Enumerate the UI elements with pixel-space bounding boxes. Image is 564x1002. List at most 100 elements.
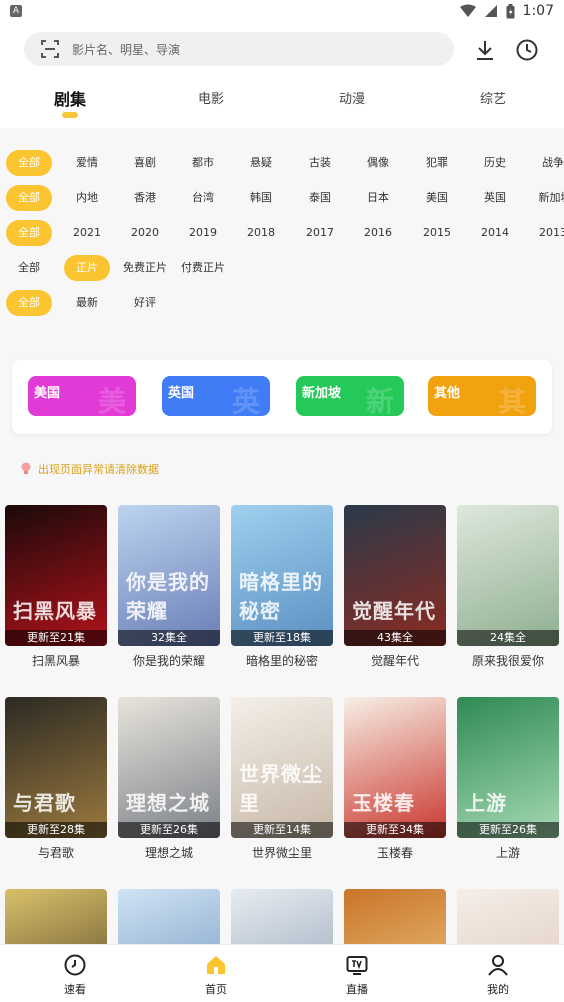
show-poster[interactable]: 世界微尘里 更新至14集 (231, 697, 333, 838)
show-card[interactable]: 扫黑风暴 更新至21集 扫黑风暴 (5, 505, 107, 669)
filter-chip[interactable]: 2015 (423, 220, 451, 246)
poster-title-art: 你是我的荣耀 (126, 570, 210, 623)
clock-circle-icon (64, 954, 86, 976)
filter-row-area: 全部 内地 香港 台湾 韩国 泰国 日本 美国 英国 新加坡 (0, 185, 564, 215)
filter-chip[interactable]: 美国 (426, 185, 448, 211)
filter-chip[interactable]: 古装 (309, 150, 331, 176)
filter-chip[interactable]: 免费正片 (123, 255, 167, 281)
show-card[interactable]: 你是我的荣耀 32集全 你是我的荣耀 (118, 505, 220, 669)
show-title[interactable]: 暗格里的秘密 (231, 652, 333, 669)
show-title[interactable]: 世界微尘里 (231, 844, 333, 861)
show-title[interactable]: 玉楼春 (344, 844, 446, 861)
show-poster[interactable]: 上游 更新至26集 (457, 697, 559, 838)
bottom-navigation: 速看 首页 直播 我的 (0, 944, 564, 1002)
tab-anime[interactable]: 动漫 (339, 88, 365, 107)
search-bar[interactable]: 影片名、明星、导演 (24, 32, 454, 66)
show-title[interactable]: 与君歌 (5, 844, 107, 861)
filter-chip[interactable]: 全部 (18, 255, 40, 281)
clear-data-notice[interactable]: 出现页面异常请清除数据 (20, 461, 159, 477)
filter-chip[interactable]: 全部 (6, 185, 52, 211)
show-poster[interactable]: 与君歌 更新至28集 (5, 697, 107, 838)
filter-chip[interactable]: 爱情 (76, 150, 98, 176)
show-card[interactable]: 觉醒年代 43集全觉醒年代 (344, 505, 446, 669)
episode-status: 更新至26集 (118, 822, 220, 838)
show-card[interactable]: 与君歌 更新至28集与君歌 (5, 697, 107, 861)
filter-chip[interactable]: 全部 (6, 220, 52, 246)
status-time: 1:07 (522, 3, 554, 19)
show-poster[interactable]: 24集全 (457, 505, 559, 646)
filter-chip[interactable]: 英国 (484, 185, 506, 211)
filter-chip[interactable]: 历史 (484, 150, 506, 176)
show-card[interactable]: 24集全原来我很爱你 (457, 505, 559, 669)
filter-chip[interactable]: 2018 (247, 220, 275, 246)
tab-movies[interactable]: 电影 (198, 88, 224, 107)
poster-title-art: 扫黑风暴 (13, 599, 97, 623)
filter-chip[interactable]: 悬疑 (250, 150, 272, 176)
filter-chip[interactable]: 最新 (76, 290, 98, 316)
tab-variety[interactable]: 综艺 (480, 88, 506, 107)
status-bar: A 1:07 (0, 0, 564, 24)
filter-chip[interactable]: 2019 (189, 220, 217, 246)
nav-label: 直播 (346, 983, 368, 996)
region-button-singapore[interactable]: 新加坡 新 (296, 376, 404, 416)
scan-icon[interactable] (40, 39, 60, 59)
filter-chip[interactable]: 都市 (192, 150, 214, 176)
filter-chip[interactable]: 犯罪 (426, 150, 448, 176)
poster-title-art: 暗格里的秘密 (239, 570, 323, 623)
nav-profile[interactable]: 我的 (458, 953, 538, 997)
show-card[interactable]: 理想之城 更新至26集理想之城 (118, 697, 220, 861)
episode-status: 更新至18集 (231, 630, 333, 646)
history-icon[interactable] (515, 38, 539, 62)
search-input[interactable]: 影片名、明星、导演 (72, 41, 180, 58)
filter-chip[interactable]: 全部 (6, 150, 52, 176)
filter-chip[interactable]: 偶像 (367, 150, 389, 176)
show-title[interactable]: 扫黑风暴 (5, 652, 107, 669)
show-poster[interactable]: 暗格里的秘密更新至18集 (231, 505, 333, 646)
show-poster[interactable]: 觉醒年代 43集全 (344, 505, 446, 646)
filter-chip[interactable]: 2016 (364, 220, 392, 246)
show-poster[interactable]: 玉楼春 更新至34集 (344, 697, 446, 838)
nav-live[interactable]: 直播 (317, 953, 397, 997)
show-card[interactable]: 玉楼春 更新至34集玉楼春 (344, 697, 446, 861)
tab-series[interactable]: 剧集 (54, 86, 86, 110)
show-poster[interactable]: 你是我的荣耀 32集全 (118, 505, 220, 646)
filter-chip[interactable]: 2021 (73, 220, 101, 246)
show-title[interactable]: 觉醒年代 (344, 652, 446, 669)
home-icon (207, 956, 225, 974)
show-card[interactable]: 暗格里的秘密 更新至18集 暗格里的秘密 (231, 505, 333, 669)
filter-chip[interactable]: 2014 (481, 220, 509, 246)
filter-chip[interactable]: 全部 (6, 290, 52, 316)
filter-chip[interactable]: 喜剧 (134, 150, 156, 176)
show-title[interactable]: 原来我很爱你 (457, 652, 559, 669)
filter-chip[interactable]: 正片 (64, 255, 110, 281)
filter-chip[interactable]: 泰国 (309, 185, 331, 211)
episode-status: 更新至14集 (231, 822, 333, 838)
show-card[interactable]: 上游 更新至26集上游 (457, 697, 559, 861)
nav-quick-watch[interactable]: 速看 (35, 953, 115, 997)
region-button-usa[interactable]: 美国 美 (28, 376, 136, 416)
show-title[interactable]: 上游 (457, 844, 559, 861)
region-button-other[interactable]: 其他 其 (428, 376, 536, 416)
show-title[interactable]: 你是我的荣耀 (118, 652, 220, 669)
download-icon[interactable] (473, 38, 497, 62)
show-card[interactable]: 世界微尘里 更新至14集世界微尘里 (231, 697, 333, 861)
filter-chip[interactable]: 韩国 (250, 185, 272, 211)
filter-chip[interactable]: 好评 (134, 290, 156, 316)
filter-chip[interactable]: 日本 (367, 185, 389, 211)
filter-chip[interactable]: 台湾 (192, 185, 214, 211)
filter-chip[interactable]: 香港 (134, 185, 156, 211)
filter-chip[interactable]: 新加坡 (539, 185, 564, 211)
nav-home[interactable]: 首页 (176, 953, 256, 997)
filter-chip[interactable]: 2020 (131, 220, 159, 246)
show-poster[interactable]: 扫黑风暴 更新至21集 (5, 505, 107, 646)
nav-label: 首页 (205, 983, 227, 996)
nav-label: 速看 (64, 983, 86, 996)
filter-chip[interactable]: 2017 (306, 220, 334, 246)
region-button-uk[interactable]: 英国 英 (162, 376, 270, 416)
filter-chip[interactable]: 2013 (539, 220, 564, 246)
show-poster[interactable]: 理想之城 更新至26集 (118, 697, 220, 838)
filter-chip[interactable]: 付费正片 (181, 255, 225, 281)
filter-chip[interactable]: 内地 (76, 185, 98, 211)
filter-chip[interactable]: 战争 (542, 150, 564, 176)
show-title[interactable]: 理想之城 (118, 844, 220, 861)
